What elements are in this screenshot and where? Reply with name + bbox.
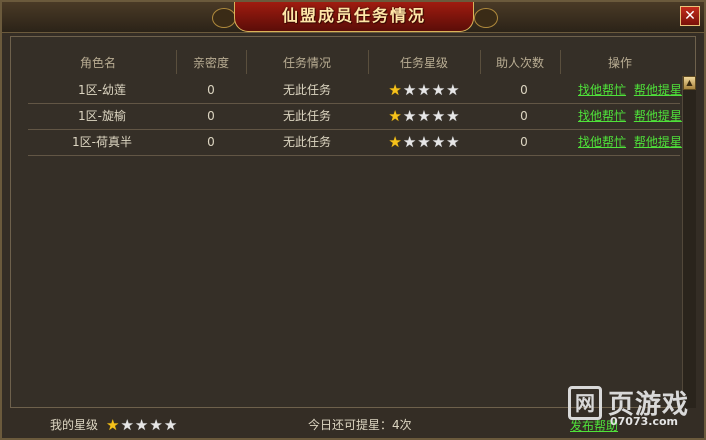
star-empty-icon: ★ (446, 107, 460, 125)
member-table-body: 1区-幼莲 0 无此任务 ★ ★ ★ ★ ★ 0 找他帮忙 帮他提星 1区-旋榆 0 无… (28, 78, 682, 156)
task-stars: ★ ★ ★ ★ ★ (368, 104, 480, 129)
role-name-cell: 1区-荷真半 (72, 135, 132, 149)
table-row: 1区-旋榆 0 无此任务 ★ ★ ★ ★ ★ 0 找他帮忙 帮他提星 (28, 104, 682, 130)
task-stars: ★ ★ ★ ★ ★ (368, 78, 480, 103)
star-empty-icon: ★ (417, 81, 431, 99)
raise-star-link[interactable]: 帮他提星 (634, 83, 682, 97)
raise-star-link[interactable]: 帮他提星 (634, 109, 682, 123)
title-banner: 仙盟成员任务情况 (234, 2, 474, 32)
close-button[interactable]: ✕ (680, 6, 700, 26)
raise-star-link[interactable]: 帮他提星 (634, 135, 682, 149)
help-count-cell: 0 (520, 83, 528, 97)
remaining-raises-text: 今日还可提星：4次 (308, 418, 412, 432)
title-ornament-left (212, 8, 236, 28)
star-empty-icon: ★ (431, 133, 446, 151)
star-empty-icon: ★ (431, 81, 446, 99)
star-filled-icon: ★ (106, 415, 120, 434)
action-cell: 找他帮忙 帮他提星 (578, 104, 682, 129)
header-intimacy: 亲密度 (192, 56, 229, 70)
task-status-cell: 无此任务 (282, 135, 331, 149)
footer-bar: 我的星级 ★ ★ ★ ★ ★ 今日还可提星：4次 发布帮助 (10, 412, 696, 438)
header-actions: 操作 (607, 56, 632, 70)
star-filled-icon: ★ (388, 107, 402, 125)
star-empty-icon: ★ (163, 415, 178, 434)
table-header: 角色名 亲密度 任务情况 任务星级 助人次数 操作 (20, 50, 680, 74)
help-count-cell: 0 (520, 135, 528, 149)
header-task-status: 任务情况 (282, 56, 331, 70)
help-count-cell: 0 (520, 109, 528, 123)
dialog-title: 仙盟成员任务情况 (281, 6, 426, 25)
role-name-cell: 1区-幼莲 (78, 83, 126, 97)
task-status-cell: 无此任务 (282, 83, 331, 97)
task-stars: ★ ★ ★ ★ ★ (368, 130, 480, 155)
vertical-scrollbar[interactable]: ▲ (682, 76, 696, 408)
header-role-name: 角色名 (79, 56, 116, 70)
star-filled-icon: ★ (388, 133, 402, 151)
star-empty-icon: ★ (417, 133, 431, 151)
intimacy-cell: 0 (207, 109, 215, 123)
star-empty-icon: ★ (149, 415, 163, 434)
header-task-stars: 任务星级 (399, 56, 448, 70)
star-empty-icon: ★ (134, 415, 149, 434)
my-stars: ★ ★ ★ ★ ★ (106, 412, 177, 438)
table-row: 1区-幼莲 0 无此任务 ★ ★ ★ ★ ★ 0 找他帮忙 帮他提星 (28, 78, 682, 104)
intimacy-cell: 0 (207, 135, 215, 149)
star-empty-icon: ★ (402, 133, 417, 151)
star-empty-icon: ★ (120, 415, 134, 434)
ask-help-link[interactable]: 找他帮忙 (578, 83, 626, 97)
action-cell: 找他帮忙 帮他提星 (578, 78, 682, 103)
publish-help-link[interactable]: 发布帮助 (570, 417, 618, 434)
star-empty-icon: ★ (417, 107, 431, 125)
ask-help-link[interactable]: 找他帮忙 (578, 109, 626, 123)
star-empty-icon: ★ (431, 107, 446, 125)
star-empty-icon: ★ (402, 81, 417, 99)
star-empty-icon: ★ (402, 107, 417, 125)
my-stars-label: 我的星级 (50, 418, 99, 432)
game-dialog-window: 仙盟成员任务情况 ✕ 角色名 亲密度 任务情况 任务星级 助人次数 操作 1区-… (0, 0, 706, 440)
title-ornament-right (474, 8, 498, 28)
action-cell: 找他帮忙 帮他提星 (578, 130, 682, 155)
role-name-cell: 1区-旋榆 (78, 109, 126, 123)
table-row: 1区-荷真半 0 无此任务 ★ ★ ★ ★ ★ 0 找他帮忙 帮他提星 (28, 130, 682, 156)
task-status-cell: 无此任务 (282, 109, 331, 123)
star-empty-icon: ★ (446, 133, 460, 151)
scroll-up-arrow-icon[interactable]: ▲ (683, 76, 696, 90)
intimacy-cell: 0 (207, 83, 215, 97)
header-help-count: 助人次数 (495, 56, 544, 70)
ask-help-link[interactable]: 找他帮忙 (578, 135, 626, 149)
title-bar[interactable]: 仙盟成员任务情况 ✕ (2, 2, 704, 33)
star-empty-icon: ★ (446, 81, 460, 99)
star-filled-icon: ★ (388, 81, 402, 99)
